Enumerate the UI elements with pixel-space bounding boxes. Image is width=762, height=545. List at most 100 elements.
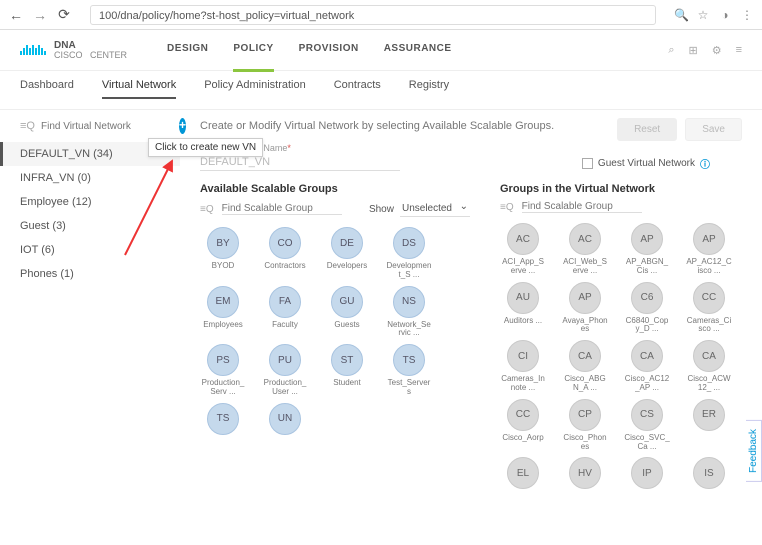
group-chip[interactable]: PUProduction_User ... (262, 344, 308, 397)
bookmark-icon[interactable]: ☆ (696, 8, 710, 22)
group-chip[interactable]: BYBYOD (200, 227, 246, 280)
filter-icon[interactable]: ≡Q (200, 204, 214, 215)
main-content: Reset Save Create or Modify Virtual Netw… (180, 110, 762, 502)
group-chip[interactable]: CICameras_Innote ... (500, 340, 546, 393)
chip-abbr: IP (631, 457, 663, 489)
info-icon[interactable]: ⓘ (700, 156, 710, 171)
chip-abbr: EM (207, 286, 239, 318)
group-chip[interactable]: DEDevelopers (324, 227, 370, 280)
group-chip[interactable]: CCCisco_Aorp (500, 399, 546, 452)
subnav-dashboard[interactable]: Dashboard (20, 79, 74, 99)
gear-icon[interactable]: ⚙ (712, 44, 722, 57)
filter-icon[interactable]: ≡Q (20, 120, 35, 132)
chip-abbr: CO (269, 227, 301, 259)
group-chip[interactable]: CCCameras_Cisco ... (686, 282, 732, 335)
chip-abbr: CC (693, 282, 725, 314)
subnav-policy-admin[interactable]: Policy Administration (204, 79, 306, 99)
sub-nav: Dashboard Virtual Network Policy Adminis… (0, 71, 762, 110)
available-search-input[interactable] (222, 203, 342, 215)
nav-design[interactable]: DESIGN (167, 43, 208, 58)
vn-search-input[interactable] (41, 121, 173, 132)
browser-toolbar: ← → ⟳ 100/dna/policy/home?st-host_policy… (0, 0, 762, 30)
chip-abbr: IS (693, 457, 725, 489)
list-icon[interactable]: ≡ (736, 44, 742, 57)
chip-abbr: AC (507, 223, 539, 255)
chip-label: Avaya_Phones (562, 317, 608, 335)
subnav-registry[interactable]: Registry (409, 79, 449, 99)
group-chip[interactable]: EL (500, 457, 546, 492)
nav-policy[interactable]: POLICY (233, 43, 273, 58)
url-bar[interactable]: 100/dna/policy/home?st-host_policy=virtu… (90, 5, 656, 25)
group-chip[interactable]: APAP_AC12_Cisco ... (686, 223, 732, 276)
show-filter-select[interactable]: Unselected (400, 201, 470, 217)
chip-abbr: FA (269, 286, 301, 318)
available-groups-panel: Available Scalable Groups ≡Q Show Unsele… (200, 183, 470, 492)
group-chip[interactable]: EM Employees (200, 286, 246, 339)
group-chip[interactable]: CACisco_ACW12_ ... (686, 340, 732, 393)
group-chip[interactable]: CACisco_AC12_AP ... (624, 340, 670, 393)
save-button[interactable]: Save (685, 118, 742, 141)
group-chip[interactable]: CA Cisco_ABGN_A ... (562, 340, 608, 393)
chip-label: Cisco_AC12_AP ... (624, 375, 670, 393)
chip-label: Cisco_ACW12_ ... (686, 375, 732, 393)
sidebar-vn-item[interactable]: IOT (6) (0, 238, 180, 262)
group-chip[interactable]: C6C6840_Copy_D ... (624, 282, 670, 335)
group-chip[interactable]: CSCisco_SVC_Ca ... (624, 399, 670, 452)
reload-icon[interactable]: ⟳ (56, 6, 72, 23)
show-label: Show (369, 204, 394, 215)
group-chip[interactable]: CPCisco_Phones (562, 399, 608, 452)
chip-label: Contractors (262, 262, 308, 271)
vn-groups-search-input[interactable] (522, 201, 642, 213)
sidebar-vn-item[interactable]: INFRA_VN (0) (0, 166, 180, 190)
group-chip[interactable]: APAP_ABGN_Cis ... (624, 223, 670, 276)
group-chip[interactable]: ER (686, 399, 732, 452)
main-nav: DESIGN POLICY PROVISION ASSURANCE (167, 43, 668, 58)
chip-abbr: TS (393, 344, 425, 376)
chip-abbr: CA (569, 340, 601, 372)
group-chip[interactable]: UN (262, 403, 308, 438)
group-chip[interactable]: NSNetwork_Servic ... (386, 286, 432, 339)
chip-abbr: DE (331, 227, 363, 259)
apps-icon[interactable]: ⊞ (688, 44, 697, 57)
nav-assurance[interactable]: ASSURANCE (384, 43, 452, 58)
chip-abbr: BY (207, 227, 239, 259)
subnav-contracts[interactable]: Contracts (334, 79, 381, 99)
group-chip[interactable]: IS (686, 457, 732, 492)
group-chip[interactable]: DSDevelopment_S ... (386, 227, 432, 280)
reset-button[interactable]: Reset (617, 118, 677, 141)
group-chip[interactable]: AUAuditors ... (500, 282, 546, 335)
chip-abbr: EL (507, 457, 539, 489)
group-chip[interactable]: TSTest_Servers (386, 344, 432, 397)
group-chip[interactable]: HV (562, 457, 608, 492)
group-chip[interactable]: STStudent (324, 344, 370, 397)
chip-label: Cisco_ABGN_A ... (562, 375, 608, 393)
group-chip[interactable]: ACACI_App_Serve ... (500, 223, 546, 276)
subnav-virtual-network[interactable]: Virtual Network (102, 79, 176, 99)
nav-provision[interactable]: PROVISION (299, 43, 359, 58)
group-chip[interactable]: GUGuests (324, 286, 370, 339)
extension-icon[interactable]: ◑ (718, 8, 732, 22)
group-chip[interactable]: FAFaculty (262, 286, 308, 339)
group-chip[interactable]: PSProduction_Serv ... (200, 344, 246, 397)
group-chip[interactable]: TS (200, 403, 246, 438)
chip-abbr: PU (269, 344, 301, 376)
chip-label: Cisco_Phones (562, 434, 608, 452)
filter-icon[interactable]: ≡Q (500, 202, 514, 213)
sidebar-vn-item[interactable]: Guest (3) (0, 214, 180, 238)
sidebar-vn-item[interactable]: Employee (12) (0, 190, 180, 214)
group-chip[interactable]: AP Avaya_Phones (562, 282, 608, 335)
group-chip[interactable]: ACACI_Web_Serve ... (562, 223, 608, 276)
group-chip[interactable]: IP (624, 457, 670, 492)
search-icon[interactable]: ⌕ (668, 44, 674, 57)
search-icon[interactable]: 🔍 (674, 8, 688, 22)
back-icon[interactable]: ← (8, 7, 24, 23)
guest-vn-checkbox[interactable] (582, 158, 593, 169)
group-chip[interactable]: CO Contractors (262, 227, 308, 280)
menu-icon[interactable]: ⋮ (740, 8, 754, 22)
feedback-tab[interactable]: Feedback (746, 420, 762, 482)
chip-abbr: AP (569, 282, 601, 314)
chip-abbr: AP (693, 223, 725, 255)
chip-label: Employees (200, 321, 246, 330)
guest-vn-label: Guest Virtual Network (598, 158, 695, 169)
sidebar-vn-item[interactable]: Phones (1) (0, 262, 180, 286)
